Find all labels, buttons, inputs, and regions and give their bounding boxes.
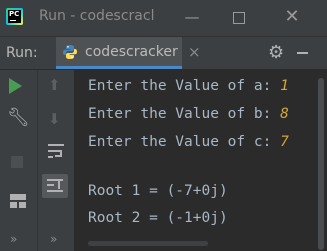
run-tab-codescracker[interactable]: codescracker	[56, 37, 182, 69]
soft-wrap-icon[interactable]	[46, 142, 66, 160]
run-tab-label: codescracker	[85, 44, 178, 60]
stop-icon[interactable]	[11, 156, 23, 168]
vertical-scrollbar[interactable]	[316, 70, 327, 251]
maximize-icon	[233, 12, 245, 24]
python-icon	[63, 45, 77, 59]
user-input-value: 1	[280, 78, 289, 94]
minimize-button[interactable]: —	[180, 6, 204, 28]
pycharm-logo-icon: PC	[6, 8, 23, 25]
edit-configuration-wrench-icon[interactable]: 🔧︎	[7, 107, 30, 128]
horizontal-scrollbar[interactable]	[88, 241, 208, 246]
down-arrow-icon[interactable]: ⬇	[48, 110, 61, 128]
output-line: Root 1 = (-7+0j)	[88, 183, 228, 199]
prompt-text: Enter the Value of a:	[88, 78, 281, 94]
console-output[interactable]: Enter the Value of a: 1 Enter the Value …	[75, 70, 315, 251]
prompt-text: Enter the Value of b:	[88, 106, 281, 122]
run-toolbar: Run: codescracker × ⚙	[0, 37, 327, 70]
up-arrow-icon[interactable]: ⬆	[48, 76, 61, 94]
title-bar: PC Run - codescracl — ✕	[0, 0, 327, 37]
window-title: Run - codescracl	[39, 8, 155, 24]
output-line: Root 2 = (-1+0j)	[88, 210, 228, 226]
user-input-value: 7	[280, 134, 289, 150]
console-line: Enter the Value of a: 1	[88, 78, 289, 94]
close-button[interactable]: ✕	[280, 6, 304, 28]
console-line: Enter the Value of b: 8	[88, 106, 289, 122]
scrollbar-thumb[interactable]	[318, 78, 324, 250]
maximize-button[interactable]	[227, 6, 251, 28]
hide-panel-icon[interactable]	[297, 52, 308, 54]
console-line: Enter the Value of c: 7	[88, 134, 289, 150]
more-actions-right-icon[interactable]: »	[50, 232, 57, 246]
rerun-play-icon[interactable]	[9, 78, 22, 94]
console-actions-strip: ⬆ ⬇ »	[38, 70, 75, 251]
tab-close-button[interactable]: ×	[188, 43, 201, 61]
user-input-value: 8	[280, 106, 289, 122]
scroll-to-end-icon[interactable]	[42, 174, 68, 198]
prompt-text: Enter the Value of c:	[88, 134, 281, 150]
run-actions-strip: 🔧︎ »	[0, 70, 38, 251]
restore-layout-icon[interactable]	[10, 194, 26, 208]
settings-gear-icon[interactable]: ⚙	[268, 42, 284, 63]
run-label: Run:	[6, 45, 38, 61]
more-actions-left-icon[interactable]: »	[10, 232, 17, 246]
